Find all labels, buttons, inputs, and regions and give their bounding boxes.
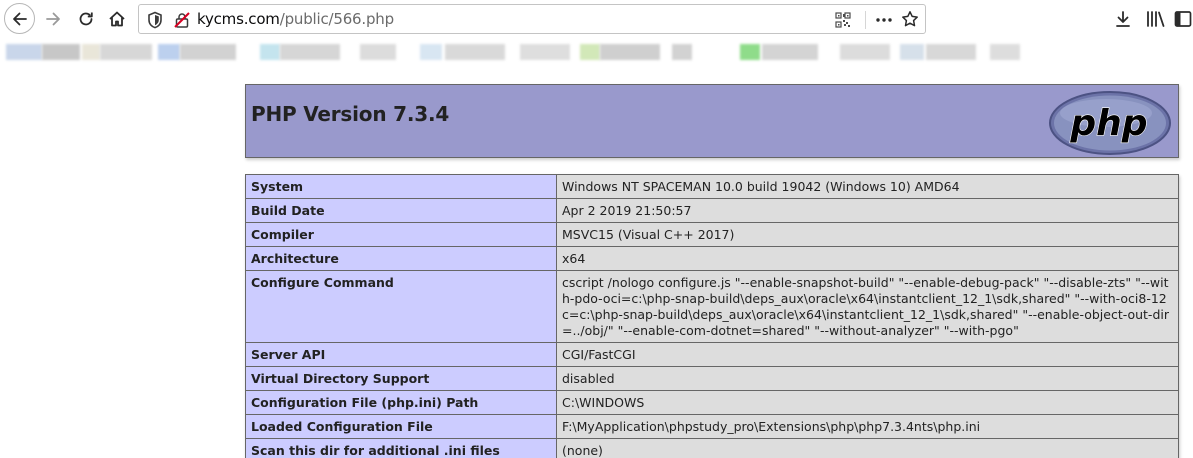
table-row: Architecture x64 — [245, 246, 1179, 271]
row-key: Configuration File (php.ini) Path — [245, 390, 557, 415]
row-key: Virtual Directory Support — [245, 366, 557, 391]
home-button[interactable] — [102, 4, 132, 34]
address-bar[interactable]: kycms.com/public/566.php — [138, 4, 926, 34]
sidebar-icon[interactable] — [1174, 10, 1192, 32]
row-key: Configure Command — [245, 270, 557, 343]
back-icon — [11, 10, 29, 28]
table-row: Server API CGI/FastCGI — [245, 342, 1179, 367]
row-value: CGI/FastCGI — [556, 342, 1179, 367]
row-value: MSVC15 (Visual C++ 2017) — [556, 222, 1179, 247]
bookmark-item[interactable] — [926, 44, 976, 60]
bookmark-item[interactable] — [740, 44, 760, 60]
bookmark-item[interactable] — [420, 44, 442, 60]
page-title: PHP Version 7.3.4 — [251, 102, 450, 126]
row-key: Compiler — [245, 222, 557, 247]
phpinfo-table: System Windows NT SPACEMAN 10.0 build 190… — [245, 174, 1179, 458]
php-logo[interactable]: php — [1048, 91, 1172, 159]
url-path: /public/566.php — [279, 10, 394, 28]
phpinfo-header: PHP Version 7.3.4 php — [245, 84, 1179, 158]
row-value: Apr 2 2019 21:50:57 — [556, 198, 1179, 223]
row-key: Scan this dir for additional .ini files — [245, 438, 557, 458]
bookmark-item[interactable] — [82, 44, 100, 60]
table-row: Build Date Apr 2 2019 21:50:57 — [245, 198, 1179, 223]
table-row: System Windows NT SPACEMAN 10.0 build 190… — [245, 174, 1179, 199]
bookmark-item[interactable] — [158, 44, 180, 60]
url-text[interactable]: kycms.com/public/566.php — [197, 10, 394, 28]
forward-button[interactable] — [38, 4, 68, 34]
row-value: Windows NT SPACEMAN 10.0 build 19042 (Wi… — [556, 174, 1179, 199]
forward-icon — [44, 10, 62, 28]
qr-code-icon[interactable] — [835, 12, 851, 32]
table-row: Scan this dir for additional .ini files(… — [245, 438, 1179, 458]
library-icon[interactable] — [1146, 10, 1166, 32]
row-key: System — [245, 174, 557, 199]
reload-icon — [77, 10, 95, 28]
php-logo-text: php — [1069, 103, 1147, 144]
table-row: Configure Command cscript /nologo configu… — [245, 270, 1179, 343]
row-key: Build Date — [245, 198, 557, 223]
bookmark-item[interactable] — [520, 44, 570, 60]
shield-icon[interactable] — [147, 11, 163, 33]
urlbar-divider — [865, 11, 866, 29]
row-value: C:\WINDOWS — [556, 390, 1179, 415]
url-host: kycms.com — [197, 10, 280, 28]
row-key: Architecture — [245, 246, 557, 271]
row-value: x64 — [556, 246, 1179, 271]
row-value: F:\MyApplication\phpstudy_pro\Extensions… — [556, 414, 1179, 439]
star-icon[interactable] — [901, 10, 919, 32]
row-key: Server API — [245, 342, 557, 367]
bookmark-item[interactable] — [42, 44, 80, 60]
table-row: Compiler MSVC15 (Visual C++ 2017) — [245, 222, 1179, 247]
bookmark-item[interactable] — [840, 44, 890, 60]
more-icon[interactable] — [874, 11, 894, 33]
row-value: disabled — [556, 366, 1179, 391]
table-row: Configuration File (php.ini) Path C:\WIND… — [245, 390, 1179, 415]
bookmark-item[interactable] — [260, 44, 280, 60]
bookmark-item[interactable] — [580, 44, 600, 60]
bookmark-item[interactable] — [100, 44, 152, 60]
bookmark-item[interactable] — [445, 44, 505, 60]
bookmark-item[interactable] — [900, 44, 924, 60]
insecure-lock-icon[interactable] — [174, 12, 190, 32]
bookmark-item[interactable] — [600, 44, 660, 60]
back-button[interactable] — [4, 3, 35, 34]
row-value: (none) — [556, 438, 1179, 458]
home-icon — [108, 10, 126, 28]
download-icon[interactable] — [1114, 10, 1132, 32]
bookmark-item[interactable] — [990, 44, 1020, 60]
row-value: cscript /nologo configure.js "--enable-s… — [556, 270, 1179, 343]
table-row: Virtual Directory Support disabled — [245, 366, 1179, 391]
bookmark-item[interactable] — [280, 44, 340, 60]
bookmark-item[interactable] — [672, 44, 692, 60]
bookmark-item[interactable] — [6, 44, 42, 60]
browser-toolbar: kycms.com/public/566.php — [0, 0, 1193, 38]
table-row: Loaded Configuration File F:\MyApplicatio… — [245, 414, 1179, 439]
bookmark-item[interactable] — [360, 44, 396, 60]
bookmark-item[interactable] — [180, 44, 236, 60]
reload-button[interactable] — [71, 4, 101, 34]
row-key: Loaded Configuration File — [245, 414, 557, 439]
bookmarks-bar — [0, 38, 1193, 66]
bookmark-item[interactable] — [762, 44, 818, 60]
